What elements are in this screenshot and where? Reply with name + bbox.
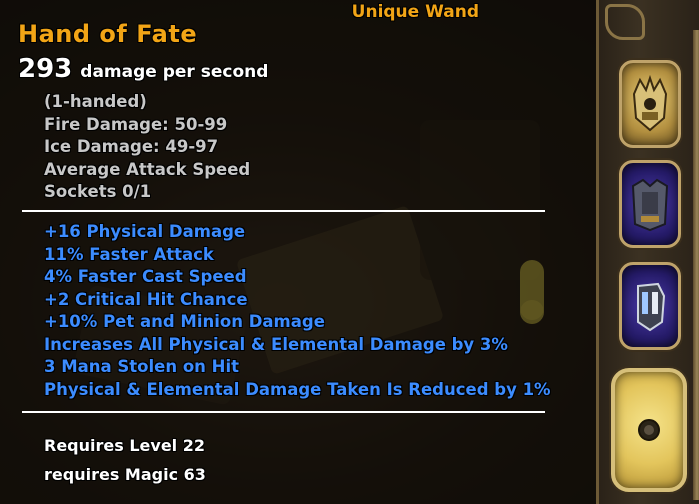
affix-critical-hit: +2 Critical Hit Chance (44, 289, 248, 309)
empty-socket-icon (638, 419, 660, 441)
item-name: Hand of Fate (18, 20, 198, 48)
affix-damage-reduction: Physical & Elemental Damage Taken Is Red… (44, 379, 551, 399)
equipment-slot-gloves[interactable] (619, 262, 681, 350)
dps-label: damage per second (80, 62, 269, 82)
panel-ornament (605, 4, 645, 40)
base-stat-fire-damage: Fire Damage: 50-99 (44, 114, 228, 134)
affix-physical-damage: +16 Physical Damage (44, 222, 246, 241)
base-stat-attack-speed: Average Attack Speed (44, 159, 251, 179)
tooltip-divider (22, 210, 545, 212)
affix-list: +16 Physical Damage 11% Faster Attack 4%… (44, 221, 551, 401)
affix-mana-steal: 3 Mana Stolen on Hit (44, 357, 240, 376)
crown-helmet-icon (632, 74, 668, 132)
item-rarity-label: Unique Wand (351, 2, 479, 22)
affix-faster-attack: 11% Faster Attack (44, 244, 214, 264)
item-tooltip: Unique Wand Hand of Fate 293 damage per … (0, 0, 596, 504)
equipment-slot-armor[interactable] (619, 160, 681, 248)
dps-value: 293 (18, 54, 73, 84)
requirement-level: Requires Level 22 (44, 436, 205, 455)
requirement-magic: requires Magic 63 (44, 465, 206, 484)
base-stat-handedness: (1-handed) (44, 92, 147, 111)
base-stat-ice-damage: Ice Damage: 49-97 (44, 137, 219, 156)
affix-all-damage: Increases All Physical & Elemental Damag… (44, 334, 508, 354)
chest-armor-icon (631, 178, 669, 232)
base-stats-list: (1-handed) Fire Damage: 50-99 Ice Damage… (44, 91, 250, 204)
equipment-slot-weapon[interactable] (611, 368, 687, 492)
equipment-slot-helmet[interactable] (619, 60, 681, 148)
requirements-list: Requires Level 22 requires Magic 63 (44, 431, 206, 489)
game-screen: Unique Wand Hand of Fate 293 damage per … (0, 0, 699, 504)
tooltip-divider (22, 411, 545, 413)
equipment-panel (596, 0, 699, 504)
panel-rail (693, 30, 699, 500)
dps-row: 293 damage per second (18, 54, 268, 84)
base-stat-sockets: Sockets 0/1 (44, 182, 152, 201)
affix-faster-cast: 4% Faster Cast Speed (44, 267, 247, 286)
affix-pet-damage: +10% Pet and Minion Damage (44, 312, 325, 331)
gauntlet-icon (637, 282, 666, 332)
